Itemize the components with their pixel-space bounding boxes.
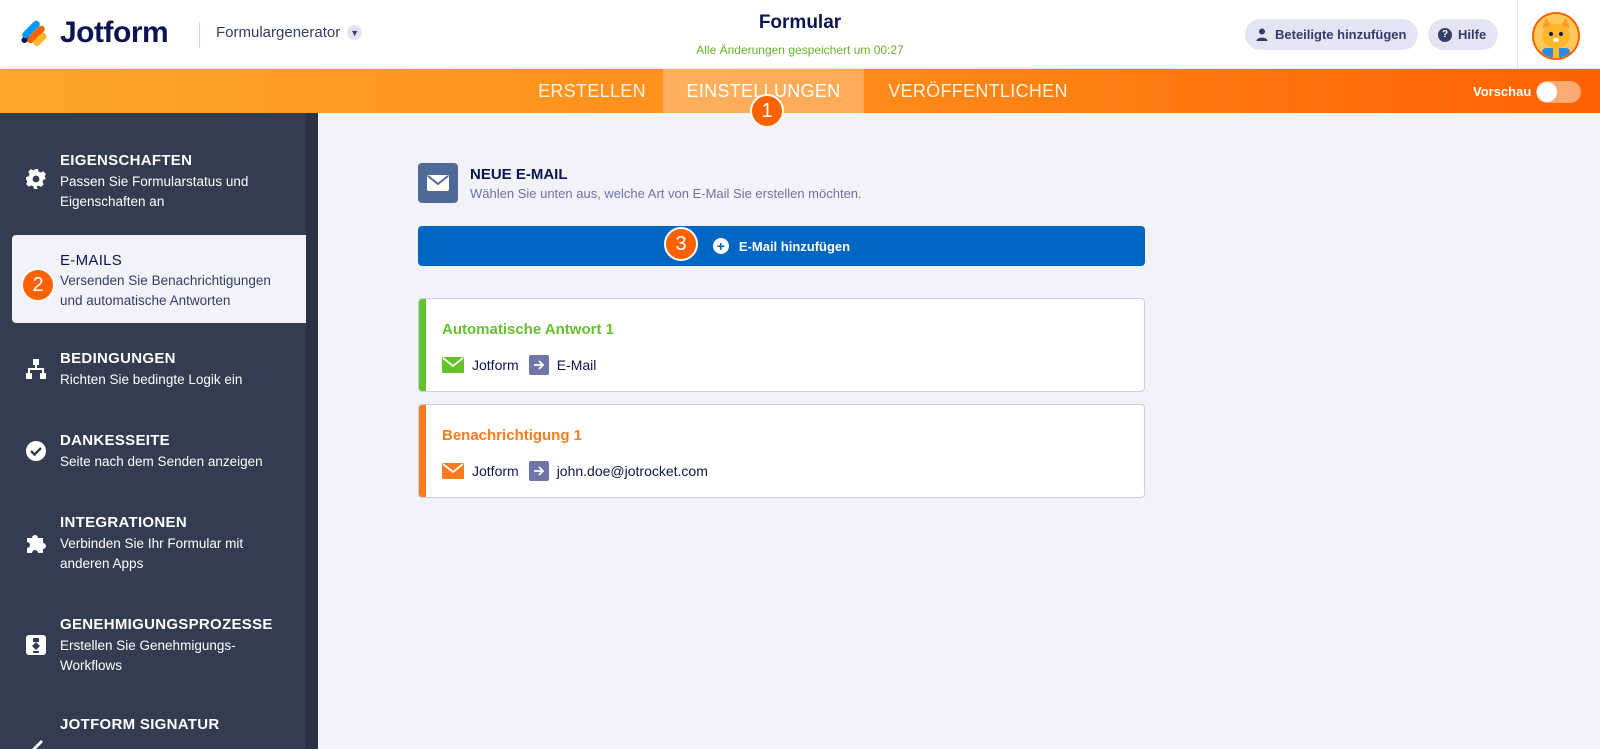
- hierarchy-icon: [24, 357, 48, 381]
- sidebar-item-properties[interactable]: EIGENSCHAFTEN Passen Sie Formularstatus …: [0, 145, 306, 225]
- step-badge-3: 3: [664, 227, 698, 261]
- preview-toggle[interactable]: [1536, 81, 1581, 103]
- builder-dropdown-label: Formulargenerator: [216, 24, 341, 41]
- envelope-icon: [442, 463, 464, 479]
- email-card-notification[interactable]: Benachrichtigung 1 Jotform john.doe@jotr…: [418, 404, 1145, 498]
- email-to: E-Mail: [556, 357, 597, 373]
- email-card-route: Jotform john.doe@jotrocket.com: [442, 461, 708, 481]
- card-accent-bar: [419, 405, 426, 497]
- sidebar-item-title: GENEHMIGUNGSPROZESSE: [60, 616, 273, 633]
- sidebar-item-thank-you-page[interactable]: DANKESSEITE Seite nach dem Senden anzeig…: [0, 427, 306, 489]
- arrow-right-icon: [528, 461, 549, 481]
- check-circle-icon: [24, 439, 48, 463]
- sidebar-item-conditions[interactable]: BEDINGUNGEN Richten Sie bedingte Logik e…: [0, 345, 306, 407]
- tab-publish[interactable]: VERÖFFENTLICHEN: [873, 69, 1083, 113]
- help-button[interactable]: ? Hilfe: [1428, 19, 1499, 50]
- preview-label: Vorschau: [1473, 84, 1532, 99]
- sidebar-item-desc: Richten Sie bedingte Logik ein: [60, 372, 243, 387]
- sidebar-scrollbar[interactable]: [306, 113, 318, 749]
- email-card-route: Jotform E-Mail: [442, 355, 596, 375]
- add-email-label: E-Mail hinzufügen: [738, 238, 851, 254]
- step-badge-1: 1: [750, 94, 784, 128]
- sidebar-item-desc: Erstellen Sie Genehmigungs-Workflows: [60, 638, 236, 673]
- preview-toggle-knob: [1537, 82, 1557, 102]
- avatar[interactable]: [1532, 12, 1580, 60]
- settings-sidebar: EIGENSCHAFTEN Passen Sie Formularstatus …: [0, 113, 318, 749]
- sidebar-item-desc: Seite nach dem Senden anzeigen: [60, 454, 263, 469]
- avatar-cat-icon: [1534, 14, 1578, 58]
- user-icon: [1255, 28, 1269, 42]
- chevron-down-icon: ▼: [347, 25, 363, 40]
- builder-dropdown[interactable]: Formulargenerator ▼: [216, 24, 363, 41]
- sidebar-item-integrations[interactable]: INTEGRATIONEN Verbinden Sie Ihr Formular…: [0, 509, 306, 591]
- sidebar-item-desc: Verbinden Sie Ihr Formular mit anderen A…: [60, 536, 244, 571]
- envelope-icon: [442, 357, 464, 373]
- sidebar-item-emails[interactable]: E-MAILS Versenden Sie Benachrichtigungen…: [12, 235, 306, 323]
- email-card-title: Benachrichtigung 1: [442, 427, 583, 444]
- new-email-title: NEUE E-MAIL: [470, 166, 568, 183]
- email-card-title: Automatische Antwort 1: [442, 321, 614, 338]
- email-from: Jotform: [472, 357, 519, 373]
- sidebar-item-title: DANKESSEITE: [60, 432, 170, 449]
- brand-name: Jotform: [60, 16, 169, 49]
- header-divider-right: [1517, 0, 1518, 69]
- arrow-right-icon: [528, 355, 549, 375]
- jotform-logo-icon: [21, 20, 47, 47]
- jotform-logo[interactable]: Jotform: [18, 16, 169, 50]
- email-to: john.doe@jotrocket.com: [556, 463, 708, 479]
- header-divider: [199, 22, 200, 48]
- email-from: Jotform: [472, 463, 519, 479]
- sidebar-item-title: EIGENSCHAFTEN: [60, 152, 193, 169]
- tab-create[interactable]: ERSTELLEN: [522, 69, 662, 113]
- invite-label: Beteiligte hinzufügen: [1275, 27, 1407, 42]
- email-card-autoresponder[interactable]: Automatische Antwort 1 Jotform E-Mail: [418, 298, 1145, 392]
- sidebar-item-desc: Passen Sie Formularstatus und Eigenschaf…: [60, 174, 249, 209]
- sidebar-item-title: BEDINGUNGEN: [60, 350, 176, 367]
- card-accent-bar: [419, 299, 426, 391]
- step-badge-2: 2: [21, 268, 55, 302]
- sidebar-item-title: E-MAILS: [60, 252, 123, 269]
- help-label: Hilfe: [1458, 27, 1487, 42]
- sidebar-item-signature[interactable]: JOTFORM SIGNATUR: [0, 711, 306, 749]
- help-icon: ?: [1438, 27, 1452, 42]
- top-header: Jotform Formulargenerator ▼ Formular All…: [0, 0, 1600, 69]
- add-email-button[interactable]: + E-Mail hinzufügen: [418, 226, 1145, 266]
- invite-collaborators-button[interactable]: Beteiligte hinzufügen: [1245, 19, 1419, 50]
- plus-icon: +: [712, 238, 729, 254]
- workflow-icon: [24, 633, 48, 657]
- envelope-icon: [418, 163, 458, 203]
- gear-icon: [24, 167, 48, 191]
- signature-icon: [24, 733, 48, 749]
- puzzle-icon: [24, 531, 48, 555]
- sidebar-item-title: JOTFORM SIGNATUR: [60, 716, 220, 733]
- sidebar-item-title: INTEGRATIONEN: [60, 514, 187, 531]
- sidebar-item-desc: Versenden Sie Benachrichtigungen und aut…: [60, 273, 271, 308]
- sidebar-item-approvals[interactable]: GENEHMIGUNGSPROZESSE Erstellen Sie Geneh…: [0, 611, 306, 693]
- main-nav: ERSTELLEN EINSTELLUNGEN VERÖFFENTLICHEN: [0, 69, 1600, 113]
- new-email-subtitle: Wählen Sie unten aus, welche Art von E-M…: [470, 186, 862, 201]
